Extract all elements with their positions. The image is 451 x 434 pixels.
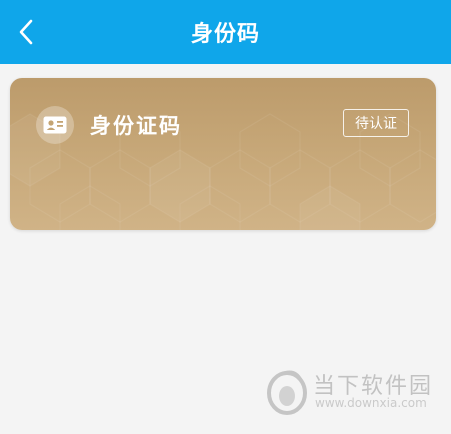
card-title: 身份证码 <box>90 114 182 138</box>
watermark-logo-icon <box>267 370 307 415</box>
card-hex-pattern <box>10 113 436 230</box>
app-header: 身份码 <box>0 0 451 64</box>
watermark: 当下软件园 www.downxia.com <box>265 364 445 420</box>
back-button[interactable] <box>8 14 44 50</box>
id-card-icon <box>43 116 67 134</box>
page-title: 身份码 <box>190 22 260 47</box>
status-badge[interactable]: 待认证 <box>343 109 409 137</box>
watermark-url: www.downxia.com <box>315 396 427 410</box>
id-code-card[interactable]: 身份证码 待认证 <box>10 78 436 230</box>
id-card-icon-wrap <box>36 106 74 144</box>
chevron-left-icon <box>19 19 33 45</box>
